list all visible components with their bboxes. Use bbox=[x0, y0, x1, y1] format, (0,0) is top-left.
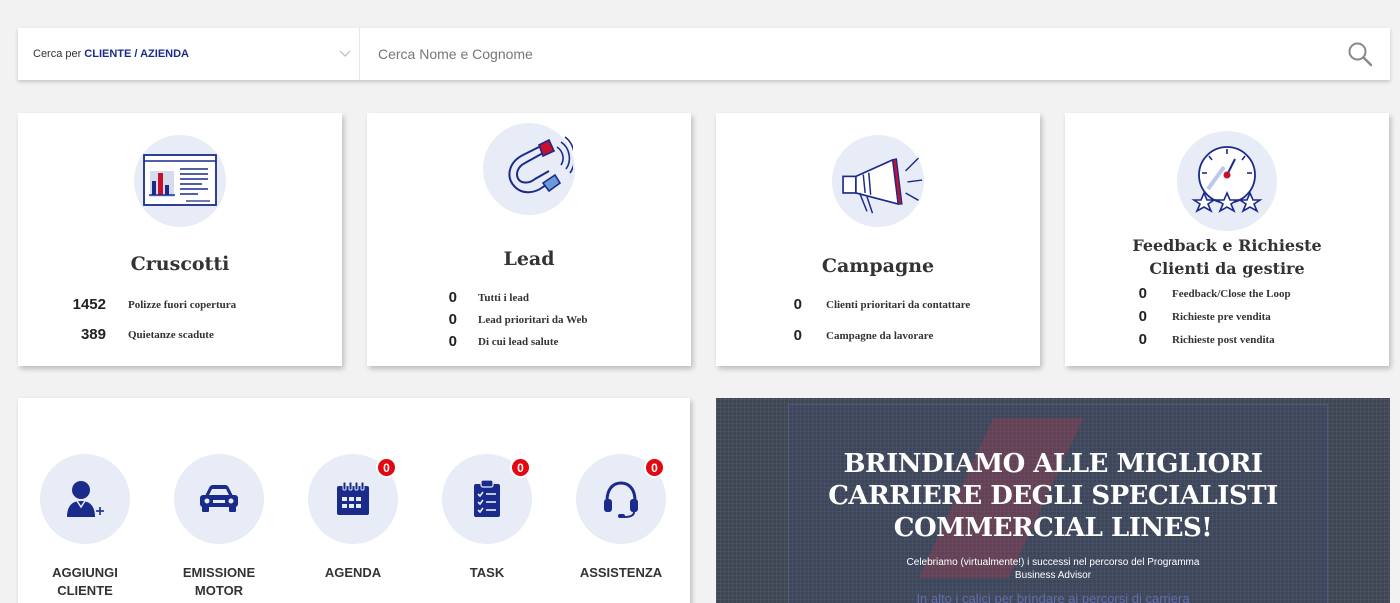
task-button[interactable]: 0 TASK bbox=[432, 454, 542, 582]
motor-emission-button[interactable]: EMISSIONE MOTOR bbox=[164, 454, 274, 600]
stat-label: Campagne da lavorare bbox=[826, 329, 934, 342]
stat-label: Quietanze scadute bbox=[128, 328, 214, 341]
search-input[interactable] bbox=[360, 28, 1340, 80]
notification-badge: 0 bbox=[644, 457, 665, 478]
stat-value: 0 bbox=[448, 333, 457, 350]
action-label: AGENDA bbox=[324, 565, 382, 580]
stat-value: 0 bbox=[793, 327, 802, 344]
stat-label: Tutti i lead bbox=[478, 291, 529, 304]
search-type-prefix: Cerca per bbox=[33, 48, 82, 60]
stat-label: Polizze fuori copertura bbox=[128, 298, 237, 311]
stat-value: 0 bbox=[448, 311, 457, 328]
stat-row[interactable]: 0 Clienti prioritari da contattare bbox=[780, 296, 971, 313]
headset-icon: 0 bbox=[576, 454, 666, 544]
stat-value: 0 bbox=[448, 289, 457, 306]
add-user-icon bbox=[40, 454, 130, 544]
action-label: TASK bbox=[469, 565, 505, 580]
agenda-button[interactable]: 0 AGENDA bbox=[298, 454, 408, 582]
stat-row[interactable]: 0 Lead prioritari da Web bbox=[427, 311, 588, 328]
card-cruscotti[interactable]: Cruscotti 1452 Polizze fuori copertura 3… bbox=[18, 113, 342, 366]
stat-label: Feedback/Close the Loop bbox=[1172, 287, 1291, 300]
banner-title: BRINDIAMO ALLE MIGLIORI CARRIERE DEGLI S… bbox=[828, 449, 1278, 543]
stat-row[interactable]: 0 Campagne da lavorare bbox=[780, 327, 934, 344]
search-icon[interactable] bbox=[1340, 28, 1380, 80]
action-label: EMISSIONE MOTOR bbox=[182, 565, 256, 598]
stat-row[interactable]: 1452 Polizze fuori copertura bbox=[48, 296, 237, 313]
stat-value: 1452 bbox=[72, 296, 106, 313]
car-icon bbox=[174, 454, 264, 544]
chevron-down-icon bbox=[339, 49, 351, 61]
card-lead[interactable]: Lead 0 Tutti i lead 0 Lead prioritari da… bbox=[367, 113, 691, 366]
search-type-value: CLIENTE / AZIENDA bbox=[84, 48, 190, 60]
quick-actions-panel: AGGIUNGI CLIENTE EMISSIONE MOTOR 0 AGEND… bbox=[18, 398, 690, 603]
stat-label: Richieste pre vendita bbox=[1172, 310, 1271, 323]
promo-banner[interactable]: BRINDIAMO ALLE MIGLIORI CARRIERE DEGLI S… bbox=[716, 398, 1390, 603]
clipboard-icon: 0 bbox=[442, 454, 532, 544]
stat-row[interactable]: 0 Feedback/Close the Loop bbox=[1133, 285, 1291, 302]
stat-value: 0 bbox=[1138, 308, 1147, 325]
stat-row[interactable]: 0 Tutti i lead bbox=[427, 289, 529, 306]
card-title: Campagne bbox=[821, 255, 935, 277]
megaphone-icon bbox=[832, 135, 924, 227]
card-title: Lead bbox=[503, 248, 555, 270]
card-campagne[interactable]: Campagne 0 Clienti prioritari da contatt… bbox=[716, 113, 1040, 366]
notification-badge: 0 bbox=[376, 457, 397, 478]
dashboard-icon bbox=[134, 135, 226, 227]
stat-label: Richieste post vendita bbox=[1172, 333, 1275, 346]
search-bar: Cerca per CLIENTE / AZIENDA bbox=[18, 28, 1390, 80]
add-client-button[interactable]: AGGIUNGI CLIENTE bbox=[30, 454, 140, 600]
assistance-button[interactable]: 0 ASSISTENZA bbox=[566, 454, 676, 582]
stat-label: Lead prioritari da Web bbox=[478, 313, 588, 326]
banner-subtitle: Celebriamo (virtualmente!) i successi ne… bbox=[906, 557, 1200, 581]
action-label: AGGIUNGI CLIENTE bbox=[52, 565, 118, 598]
stat-label: Clienti prioritari da contattare bbox=[826, 298, 971, 311]
stat-row[interactable]: 0 Richieste pre vendita bbox=[1133, 308, 1271, 325]
card-feedback[interactable]: Feedback e Richieste Clienti da gestire … bbox=[1065, 113, 1389, 366]
stat-label: Di cui lead salute bbox=[478, 335, 559, 348]
gauge-rating-icon bbox=[1177, 131, 1277, 231]
stat-value: 0 bbox=[793, 296, 802, 313]
stat-row[interactable]: 0 Richieste post vendita bbox=[1133, 331, 1275, 348]
calendar-icon: 0 bbox=[308, 454, 398, 544]
stat-row[interactable]: 0 Di cui lead salute bbox=[427, 333, 559, 350]
action-label: ASSISTENZA bbox=[579, 565, 663, 580]
banner-faded-text: In alto i calici per brindare ai percors… bbox=[916, 591, 1190, 603]
magnet-icon bbox=[483, 123, 575, 215]
stat-value: 0 bbox=[1138, 285, 1147, 302]
card-subtitle: Clienti da gestire bbox=[1149, 259, 1305, 278]
search-type-select[interactable]: Cerca per CLIENTE / AZIENDA bbox=[18, 28, 360, 80]
card-title: Feedback e Richieste bbox=[1132, 236, 1322, 255]
stat-value: 389 bbox=[80, 326, 106, 343]
stat-value: 0 bbox=[1138, 331, 1147, 348]
notification-badge: 0 bbox=[510, 457, 531, 478]
stat-row[interactable]: 389 Quietanze scadute bbox=[48, 326, 214, 343]
card-title: Cruscotti bbox=[130, 253, 230, 275]
